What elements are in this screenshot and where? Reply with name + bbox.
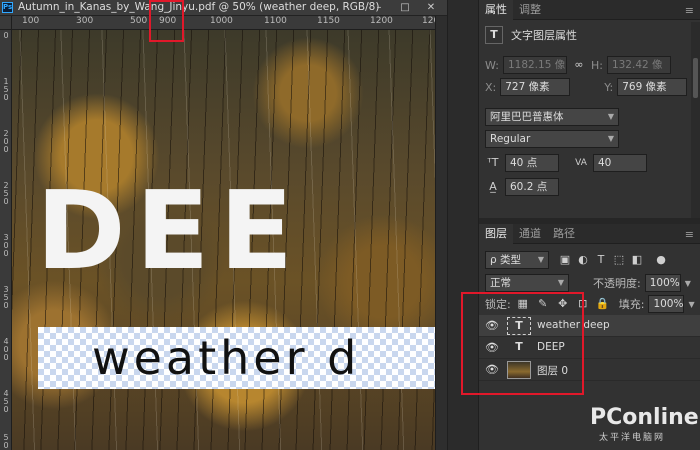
ruler-label: 400 xyxy=(3,337,9,362)
h-label: H: xyxy=(590,58,603,72)
text-layer-icon: T xyxy=(485,26,503,44)
type-filter-icon[interactable]: T xyxy=(593,252,609,268)
scroll-thumb[interactable] xyxy=(693,58,698,98)
tracking-icon: VA xyxy=(575,158,587,168)
y-label: Y: xyxy=(604,80,614,94)
layer-filter-value: ρ 类型 xyxy=(490,254,522,266)
highlight-box-title xyxy=(149,0,184,42)
ruler-label: 300 xyxy=(76,16,94,26)
document-canvas[interactable]: DEE weather d xyxy=(12,30,435,450)
highlight-box-layers xyxy=(461,292,584,395)
blend-mode-select[interactable]: 正常 ▼ xyxy=(485,274,569,292)
tab-properties[interactable]: 属性 xyxy=(479,0,513,20)
vertical-ruler[interactable]: 0 150 200 250 300 350 400 450 50 xyxy=(0,30,12,450)
layers-tabbar: 图层 通道 路径 ≡ xyxy=(479,224,700,244)
ruler-label: 1000 xyxy=(210,16,233,26)
restore-button[interactable]: □ xyxy=(394,0,416,16)
lock-all-icon[interactable]: 🔒 xyxy=(595,296,611,312)
chevron-down-icon[interactable]: ▼ xyxy=(685,279,691,288)
photoshop-window: Ps Autumn_in_Kanas_by_Wang_Jinyu.pdf @ 5… xyxy=(0,0,700,450)
ruler-label: 300 xyxy=(3,233,9,258)
tab-channels[interactable]: 通道 xyxy=(513,224,547,244)
ruler-label: 50 xyxy=(3,433,9,450)
document-title[interactable]: Autumn_in_Kanas_by_Wang_Jinyu.pdf @ 50% … xyxy=(18,1,379,13)
ruler-label: 150 xyxy=(3,77,9,102)
font-family-select[interactable]: 阿里巴巴普惠体 ▼ xyxy=(485,108,619,126)
ruler-corner[interactable] xyxy=(0,16,12,30)
properties-tabbar: 属性 调整 ≡ xyxy=(479,0,700,20)
chevron-down-icon: ▼ xyxy=(607,112,614,121)
properties-title: 文字图层属性 xyxy=(511,29,577,42)
horizontal-ruler[interactable]: 100 300 500 900 1000 1100 1150 1200 1200 xyxy=(12,16,435,30)
ruler-label: 450 xyxy=(3,389,9,414)
fill-field[interactable]: 100% xyxy=(648,295,685,313)
chevron-down-icon[interactable]: ▼ xyxy=(688,300,694,309)
pixel-filter-icon[interactable]: ▣ xyxy=(557,252,573,268)
y-field[interactable]: 769 像素 xyxy=(617,78,688,96)
ruler-label: 1200 xyxy=(422,16,435,26)
ruler-label: 0 xyxy=(3,31,9,40)
ruler-label: 1100 xyxy=(264,16,287,26)
leading-field[interactable]: 60.2 点 xyxy=(505,178,559,196)
canvas-vertical-scrollbar[interactable] xyxy=(435,16,447,450)
ruler-label: 250 xyxy=(3,181,9,206)
font-style-value: Regular xyxy=(490,133,531,145)
chevron-down-icon: ▼ xyxy=(607,134,614,143)
link-icon[interactable]: ∞ xyxy=(571,57,587,73)
ruler-label: 350 xyxy=(3,285,9,310)
font-style-select[interactable]: Regular ▼ xyxy=(485,130,619,148)
ruler-label: 500 xyxy=(130,16,148,26)
shape-filter-icon[interactable]: ⬚ xyxy=(611,252,627,268)
pconline-watermark-sub: 太平洋电脑网 xyxy=(599,433,666,443)
minimize-button[interactable]: – xyxy=(368,0,390,16)
pconline-watermark: PConline xyxy=(590,405,699,430)
smart-object-filter-icon[interactable]: ◧ xyxy=(629,252,645,268)
document-tab[interactable]: Ps Autumn_in_Kanas_by_Wang_Jinyu.pdf @ 5… xyxy=(0,0,447,16)
tab-layers[interactable]: 图层 xyxy=(479,224,513,244)
deep-text-layer-content[interactable]: DEE xyxy=(36,172,303,292)
opacity-field[interactable]: 100% xyxy=(644,274,681,292)
fill-label: 填充: xyxy=(618,298,645,311)
properties-scrollbar[interactable] xyxy=(691,22,700,222)
position-row: X: 727 像素 Y: 769 像素 xyxy=(485,78,688,96)
ruler-label: 1200 xyxy=(370,16,393,26)
ruler-label: 1150 xyxy=(317,16,340,26)
panel-menu-icon[interactable]: ≡ xyxy=(685,228,694,241)
size-row: W: 1182.15 像 ∞ H: 132.42 像 xyxy=(485,56,671,74)
close-window-button[interactable]: ✕ xyxy=(420,0,442,16)
filter-toggle-icon[interactable]: ● xyxy=(653,252,669,268)
ruler-label: 100 xyxy=(22,16,40,26)
properties-header: T 文字图层属性 xyxy=(485,26,577,44)
font-size-row: ᵀT 40 点 VA 40 xyxy=(485,154,647,172)
x-label: X: xyxy=(485,80,497,94)
tracking-field[interactable]: 40 xyxy=(593,154,647,172)
font-size-icon: ᵀT xyxy=(487,156,499,169)
tab-paths[interactable]: 路径 xyxy=(547,224,581,244)
leading-icon: A̲ xyxy=(489,180,497,193)
adjustment-filter-icon[interactable]: ◐ xyxy=(575,252,591,268)
x-field[interactable]: 727 像素 xyxy=(500,78,571,96)
opacity-row: 不透明度: 100% ▼ xyxy=(593,274,691,292)
font-family-value: 阿里巴巴普惠体 xyxy=(490,111,564,123)
panel-menu-icon[interactable]: ≡ xyxy=(685,4,694,17)
blend-mode-value: 正常 xyxy=(490,277,511,289)
chevron-down-icon: ▼ xyxy=(557,278,564,287)
weather-deep-text-layer-content[interactable]: weather d xyxy=(92,330,360,386)
leading-row: A̲ 60.2 点 xyxy=(485,178,559,196)
layer-filter-select[interactable]: ρ 类型 ▼ xyxy=(485,251,549,269)
layer-filter-icons: ▣ ◐ T ⬚ ◧ ● xyxy=(557,252,669,268)
width-field[interactable]: 1182.15 像 xyxy=(502,56,567,74)
ruler-label: 200 xyxy=(3,129,9,154)
w-label: W: xyxy=(485,58,499,72)
chevron-down-icon: ▼ xyxy=(537,255,544,264)
height-field[interactable]: 132.42 像 xyxy=(606,56,671,74)
opacity-label: 不透明度: xyxy=(593,277,641,290)
font-size-field[interactable]: 40 点 xyxy=(505,154,559,172)
photoshop-app-icon: Ps xyxy=(2,2,13,13)
tab-adjustments[interactable]: 调整 xyxy=(513,0,547,20)
